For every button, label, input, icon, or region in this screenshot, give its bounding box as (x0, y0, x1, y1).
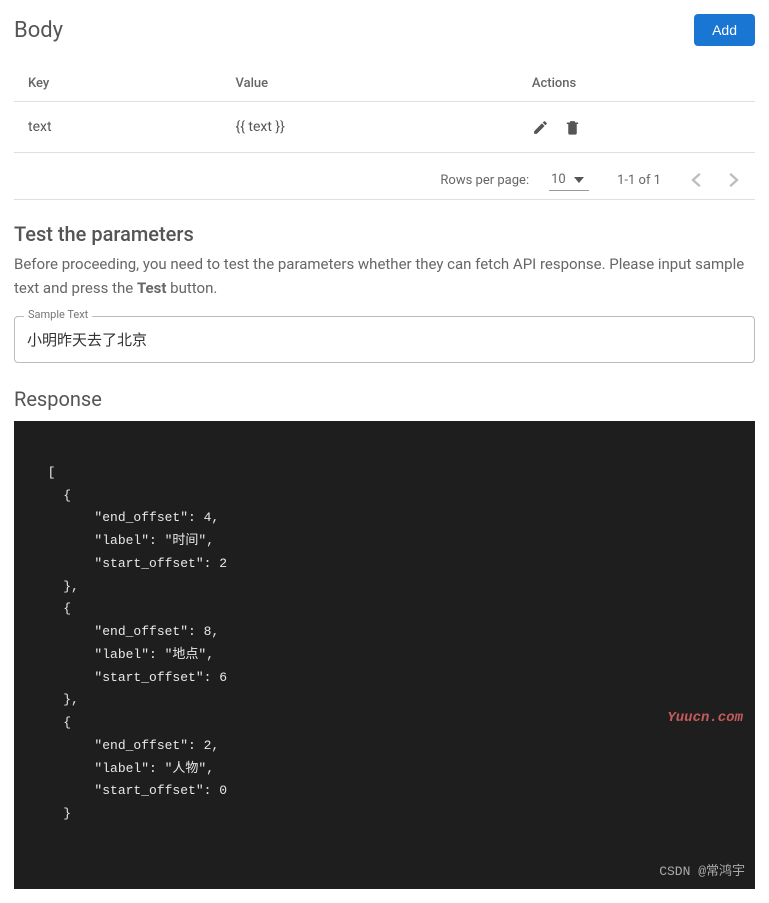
pagination: Rows per page: 10 1-1 of 1 (14, 161, 755, 200)
body-table: Key Value Actions text {{ text }} (14, 66, 755, 153)
response-output: [ { "end_offset": 4, "label": "时间", "sta… (14, 421, 755, 889)
dropdown-icon (574, 177, 584, 183)
cell-key: text (14, 102, 221, 153)
response-title: Response (14, 387, 755, 411)
body-title: Body (14, 18, 63, 43)
col-value: Value (221, 66, 517, 102)
sample-text-input[interactable] (14, 316, 755, 363)
col-key: Key (14, 66, 221, 102)
delete-button[interactable] (564, 118, 582, 136)
cell-value: {{ text }} (221, 102, 517, 153)
add-button[interactable]: Add (694, 14, 755, 46)
prev-page-button[interactable] (689, 171, 703, 189)
sample-text-label: Sample Text (24, 308, 92, 321)
edit-button[interactable] (532, 118, 550, 136)
table-row: text {{ text }} (14, 102, 755, 153)
rows-per-page-value: 10 (551, 172, 566, 187)
col-actions: Actions (518, 66, 755, 102)
pagination-range: 1-1 of 1 (617, 173, 661, 188)
watermark-site: Yuucn.com (667, 706, 743, 731)
test-parameters-title: Test the parameters (14, 222, 755, 246)
trash-icon (564, 119, 581, 136)
rows-per-page-select[interactable]: 10 (549, 169, 589, 191)
chevron-left-icon (691, 173, 701, 187)
chevron-right-icon (729, 173, 739, 187)
rows-per-page-label: Rows per page: (440, 173, 529, 188)
watermark-author: CSDN @常鸿宇 (659, 861, 745, 884)
test-description: Before proceeding, you need to test the … (14, 252, 755, 300)
next-page-button[interactable] (727, 171, 741, 189)
pencil-icon (532, 119, 549, 136)
